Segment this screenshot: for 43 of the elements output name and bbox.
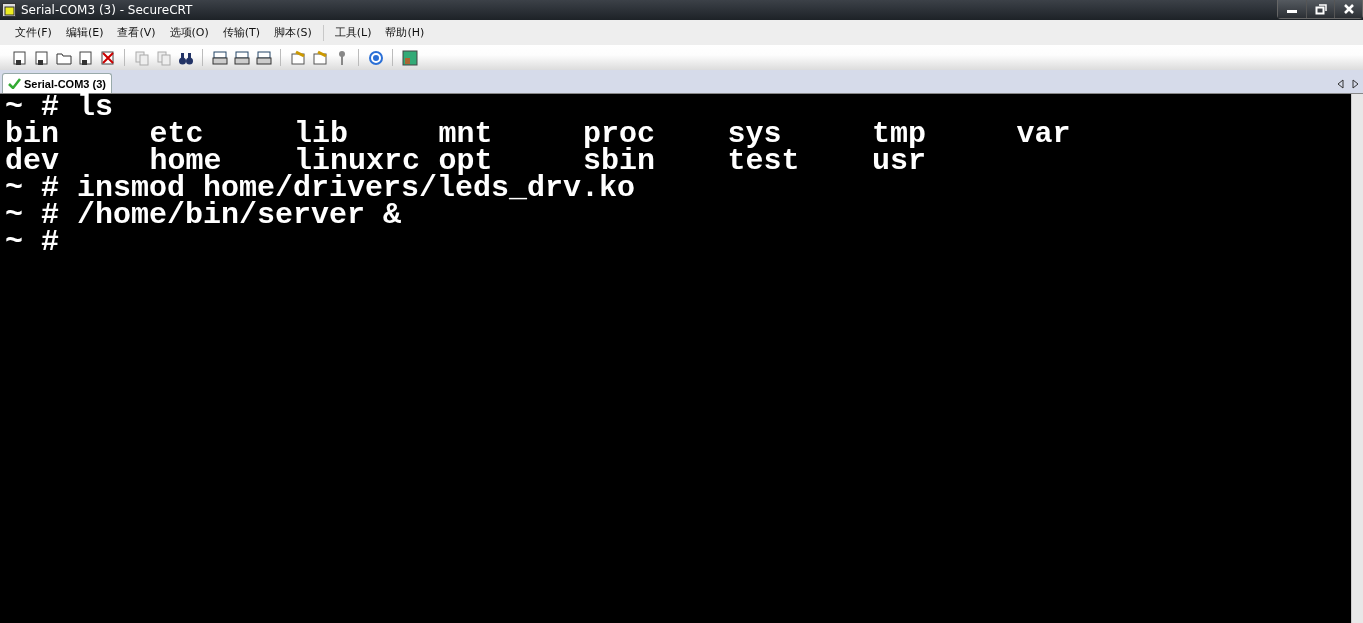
terminal-entry: usr xyxy=(872,148,927,175)
terminal-entry: dev xyxy=(5,148,60,175)
app-icon xyxy=(2,3,16,17)
printer-icon[interactable] xyxy=(254,48,273,67)
terminal-entry: sys xyxy=(727,121,782,148)
disconnect-icon[interactable] xyxy=(98,48,117,67)
session-tab[interactable]: Serial-COM3 (3) xyxy=(2,73,112,93)
menu-item[interactable]: 选项(O) xyxy=(162,23,216,42)
help-icon[interactable] xyxy=(366,48,385,67)
terminal-line: ~ # insmod home/drivers/leds_drv.ko xyxy=(5,175,636,202)
terminal-entry: bin xyxy=(5,121,60,148)
terminal-line: ~ # ls xyxy=(5,94,114,121)
menu-item[interactable]: 文件(F) xyxy=(8,23,59,42)
terminal-entry: tmp xyxy=(872,121,927,148)
terminal-entry: proc xyxy=(583,121,656,148)
window-icon[interactable] xyxy=(400,48,419,67)
terminal-entry: lib xyxy=(294,121,348,148)
menu-item[interactable]: 工具(L) xyxy=(327,23,379,42)
tab-left-button[interactable] xyxy=(1337,79,1344,89)
menu-item[interactable]: 查看(V) xyxy=(110,23,163,42)
minimize-button[interactable] xyxy=(1278,0,1306,18)
terminal-line: ~ # xyxy=(5,229,59,256)
close-button[interactable] xyxy=(1334,0,1362,18)
menu-item[interactable]: 编辑(E) xyxy=(58,23,111,42)
terminal-entry: etc xyxy=(149,121,204,148)
menu-item[interactable]: 脚本(S) xyxy=(267,23,319,42)
restore-button[interactable] xyxy=(1306,0,1334,18)
check-icon xyxy=(8,78,21,89)
scrollbar[interactable] xyxy=(1351,94,1363,623)
terminal-entry: var xyxy=(1016,121,1072,148)
terminal-entry: linuxrc xyxy=(294,148,421,175)
terminal-entry: mnt xyxy=(438,121,494,148)
terminal-entry: sbin xyxy=(583,148,656,175)
terminal-line: ~ # /home/bin/server & xyxy=(5,202,402,229)
tab-right-button[interactable] xyxy=(1352,79,1359,89)
window-title: Serial-COM3 (3) - SecureCRT xyxy=(21,3,194,17)
terminal-entry: test xyxy=(727,148,801,175)
terminal-entry: home xyxy=(149,148,222,175)
menu-item[interactable]: 帮助(H) xyxy=(378,23,432,42)
terminal-entry: opt xyxy=(438,148,493,175)
restore-icon xyxy=(1314,3,1327,15)
close-icon xyxy=(1342,3,1355,15)
menu-item[interactable]: 传输(T) xyxy=(215,23,268,42)
